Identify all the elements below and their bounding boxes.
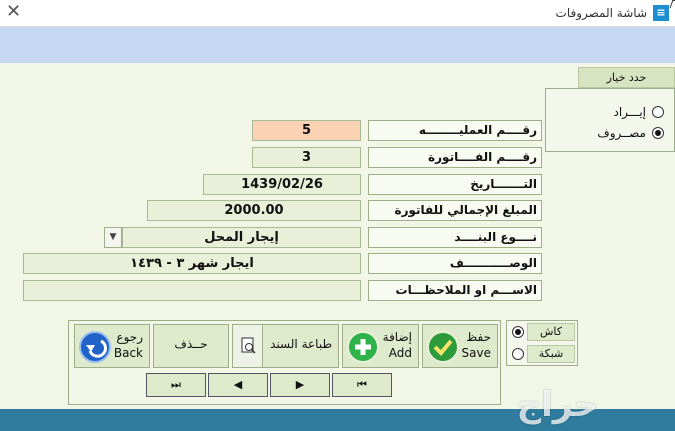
back-arrow-icon bbox=[79, 331, 111, 363]
nav-prev-button[interactable]: ◀ bbox=[208, 373, 268, 397]
type-group: إيـــراد مصــروف bbox=[545, 88, 675, 152]
radio-income-button[interactable] bbox=[652, 106, 664, 118]
radio-cash-button[interactable] bbox=[512, 326, 524, 338]
nav-next-button[interactable]: ▶ bbox=[270, 373, 330, 397]
invoice-no-label: رقــــم الفــــاتورة bbox=[368, 147, 542, 168]
item-type-select[interactable]: إيجار المحل bbox=[122, 227, 361, 248]
nav-first-button[interactable]: ⏮ bbox=[332, 373, 392, 397]
radio-expense[interactable]: مصــروف bbox=[597, 124, 664, 142]
nav-last-button[interactable]: ⏭ bbox=[146, 373, 206, 397]
notes-field[interactable] bbox=[23, 280, 361, 301]
back-button[interactable]: رجوع Back bbox=[74, 324, 150, 368]
print-voucher-label: طباعة السند bbox=[270, 337, 332, 351]
add-button-label-en: Add bbox=[388, 346, 412, 360]
invoice-no-field[interactable]: 3 bbox=[252, 147, 361, 168]
type-group-legend: حدد خيار bbox=[578, 67, 675, 88]
chevron-down-icon[interactable]: ▼ bbox=[104, 227, 122, 248]
save-button-label-ar: حفظ bbox=[466, 330, 491, 344]
header-band bbox=[0, 27, 675, 63]
radio-income-label: إيـــراد bbox=[613, 105, 646, 119]
app-icon: ≡ bbox=[653, 5, 669, 21]
add-button[interactable]: إضافة Add bbox=[342, 324, 419, 368]
checkmark-icon bbox=[427, 331, 459, 363]
radio-income[interactable]: إيـــراد bbox=[613, 103, 664, 121]
radio-expense-button[interactable] bbox=[652, 127, 664, 139]
notes-label: الاســـم او الملاحظـــات bbox=[368, 280, 542, 301]
item-type-label: نــــوع البنــــد bbox=[368, 227, 542, 248]
radio-cash-label[interactable]: كاش bbox=[527, 323, 575, 341]
delete-button-label: حــذف bbox=[174, 337, 208, 351]
back-button-label-ar: رجوع bbox=[116, 330, 143, 344]
payment-group: كاش شبكة bbox=[506, 320, 578, 366]
save-button-label-en: Save bbox=[461, 346, 491, 360]
plus-icon bbox=[347, 331, 379, 363]
print-preview-icon bbox=[233, 325, 263, 367]
corner-mark bbox=[669, 0, 675, 8]
total-label: المبلغ الإجمالي للفاتورة bbox=[368, 200, 542, 221]
description-field[interactable]: ايجار شهر ٣ - ١٤٣٩ bbox=[23, 253, 361, 274]
delete-button[interactable]: حــذف bbox=[153, 324, 229, 368]
date-field[interactable]: 1439/02/26 bbox=[203, 174, 361, 195]
print-voucher-button[interactable]: طباعة السند bbox=[232, 324, 339, 368]
description-label: الوصـــــــــــف bbox=[368, 253, 542, 274]
window-title: شاشة المصروفات bbox=[555, 6, 647, 20]
radio-card-button[interactable] bbox=[512, 348, 524, 360]
back-button-label-en: Back bbox=[113, 346, 143, 360]
operation-no-field[interactable]: 5 bbox=[252, 120, 361, 141]
add-button-label-ar: إضافة bbox=[382, 330, 412, 344]
title-bar: ✕ شاشة المصروفات ≡ bbox=[0, 0, 675, 27]
radio-card-label[interactable]: شبكة bbox=[527, 345, 575, 363]
watermark-logo: حراج bbox=[516, 385, 599, 425]
radio-expense-label: مصــروف bbox=[597, 126, 646, 140]
date-label: التـــــــاريخ bbox=[368, 174, 542, 195]
close-icon[interactable]: ✕ bbox=[6, 2, 21, 22]
operation-no-label: رقــــم العمليــــــــه bbox=[368, 120, 542, 141]
save-button[interactable]: حفظ Save bbox=[422, 324, 498, 368]
total-field[interactable]: 2000.00 bbox=[147, 200, 361, 221]
